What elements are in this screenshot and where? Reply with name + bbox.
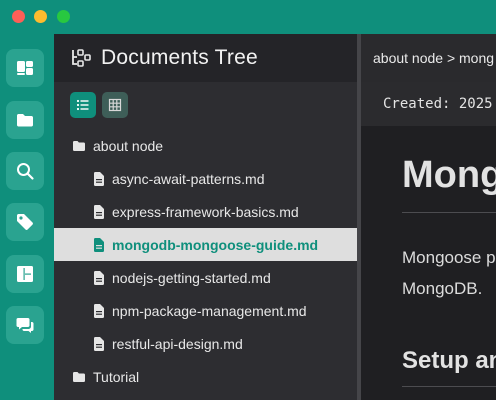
tree-file-label: npm-package-management.md xyxy=(112,302,307,319)
document-content: about node > mong Created: 2025 MongoDB … xyxy=(361,34,496,400)
tree-structure-icon xyxy=(72,49,91,67)
paragraph-line: Mongoose pr xyxy=(402,248,496,267)
tree-file-label: restful-api-design.md xyxy=(112,335,243,352)
rail-tags-button[interactable] xyxy=(6,203,44,241)
tree-file[interactable]: npm-package-management.md xyxy=(54,294,357,327)
rail-folder-button[interactable] xyxy=(6,101,44,139)
created-date: Created: 2025 xyxy=(383,96,493,112)
tree-folder[interactable]: Tutorial xyxy=(54,360,357,393)
document-heading: MongoDB xyxy=(402,154,496,196)
tree-file[interactable]: express-framework-basics.md xyxy=(54,195,357,228)
sidebar-title: Documents Tree xyxy=(101,46,258,69)
file-icon xyxy=(94,171,104,186)
file-icon xyxy=(94,303,104,318)
board-icon xyxy=(17,266,33,282)
folder-icon xyxy=(73,140,85,151)
rail-dashboard-button[interactable] xyxy=(6,49,44,87)
rail-search-button[interactable] xyxy=(6,152,44,190)
tree-folder-label: about node xyxy=(93,137,164,154)
tree-folder-label: Tutorial xyxy=(93,368,140,385)
window-titlebar xyxy=(0,0,496,34)
folder-icon xyxy=(17,114,33,127)
tree-file-label: async-await-patterns.md xyxy=(112,170,265,187)
documents-sidebar: Documents Tree about node async-await-pa… xyxy=(54,34,357,400)
sidebar-header: Documents Tree xyxy=(54,34,357,82)
file-icon xyxy=(94,204,104,219)
list-icon xyxy=(76,99,89,111)
grid-view-button[interactable] xyxy=(102,92,128,118)
file-icon xyxy=(94,270,104,285)
subheading-divider xyxy=(402,386,496,387)
rail-chat-button[interactable] xyxy=(6,306,44,344)
tree-file-label: express-framework-basics.md xyxy=(112,203,299,220)
file-icon xyxy=(94,237,104,252)
maximize-window-button[interactable] xyxy=(57,10,70,23)
search-icon xyxy=(17,163,34,180)
minimize-window-button[interactable] xyxy=(34,10,47,23)
tree-file[interactable]: nodejs-getting-started.md xyxy=(54,261,357,294)
close-window-button[interactable] xyxy=(12,10,25,23)
file-icon xyxy=(94,336,104,351)
tree-folder[interactable]: about node xyxy=(54,129,357,162)
document-subheading: Setup an xyxy=(402,347,496,374)
chat-icon xyxy=(16,318,34,333)
breadcrumb-text[interactable]: about node > mong xyxy=(373,50,494,66)
tree-file[interactable]: restful-api-design.md xyxy=(54,327,357,360)
tree-file[interactable]: async-await-patterns.md xyxy=(54,162,357,195)
folder-icon xyxy=(73,371,85,382)
document-paragraph: Mongoose pr MongoDB. xyxy=(402,242,496,304)
tree-file-active[interactable]: mongodb-mongoose-guide.md xyxy=(54,228,357,261)
icon-rail xyxy=(0,34,54,400)
breadcrumb: about node > mong xyxy=(361,34,496,82)
tree-file-label: nodejs-getting-started.md xyxy=(112,269,271,286)
rail-board-button[interactable] xyxy=(6,255,44,293)
tag-icon xyxy=(17,214,33,230)
heading-divider xyxy=(402,212,496,213)
tree-file-label: mongodb-mongoose-guide.md xyxy=(112,236,319,253)
grid-icon xyxy=(108,98,122,112)
paragraph-line: MongoDB. xyxy=(402,279,483,298)
dashboard-icon xyxy=(17,61,33,75)
list-view-button[interactable] xyxy=(70,92,96,118)
